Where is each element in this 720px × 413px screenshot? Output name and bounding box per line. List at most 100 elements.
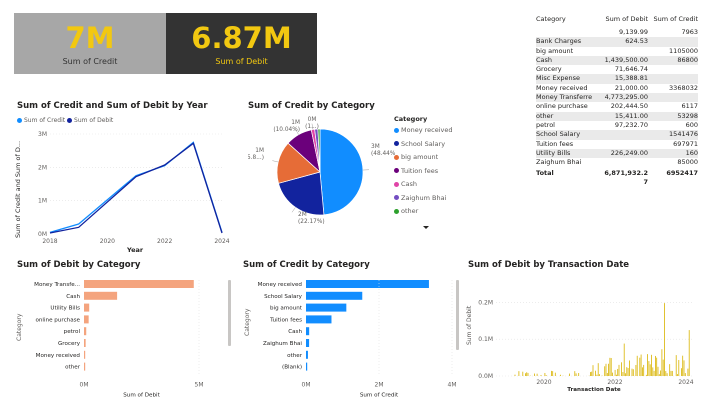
pie-legend-item[interactable]: big amount: [394, 153, 453, 161]
txn-bar: [618, 364, 620, 376]
bar-category-label: other: [65, 365, 81, 371]
credit-kpi-card[interactable]: 7M Sum of Credit: [14, 13, 166, 74]
debit-kpi-card[interactable]: 6.87M Sum of Debit: [166, 13, 317, 74]
bar-category-label: other: [287, 353, 303, 359]
pie-legend-dot: [394, 208, 399, 214]
pie-legend-label: Money received: [401, 126, 453, 134]
table-row[interactable]: big amount 1105000: [536, 47, 698, 56]
txn-bar: [551, 370, 552, 376]
legend-debit[interactable]: Sum of Debit: [67, 117, 113, 124]
txn-bar: [560, 374, 561, 376]
pie-legend-item[interactable]: Cash: [394, 180, 453, 188]
table-cell-category: Grocery: [536, 65, 562, 74]
table-row[interactable]: Grocery 71,646.74: [536, 65, 698, 74]
txn-bar: [658, 374, 660, 376]
table-cell-credit: 600: [685, 120, 698, 129]
pie-legend-item[interactable]: Tuition fees: [394, 167, 453, 175]
line-series-debit: [49, 142, 223, 234]
pie-legend-label: big amount: [401, 153, 439, 161]
table-row[interactable]: other 15,411.00 53298: [536, 111, 698, 121]
table-row[interactable]: petrol 97,232.70 600: [536, 121, 698, 130]
table-row[interactable]: Utility Bills 226,249.00 160: [536, 148, 698, 159]
table-row[interactable]: School Salary 1541476: [536, 130, 698, 140]
table-row[interactable]: Bank Charges 624.53: [536, 37, 698, 47]
table-cell-debit: 21,000.00: [614, 83, 648, 92]
table-header-credit[interactable]: Sum of Credit: [648, 14, 698, 28]
bar: [306, 362, 308, 371]
table-cell-credit: 1105000: [669, 46, 698, 55]
table-cell-debit: 1,439,500.00: [604, 55, 648, 64]
txn-bar: [661, 349, 663, 376]
category-table[interactable]: Category Sum of Debit Sum of Credit 9,13…: [536, 14, 698, 186]
line-chart-y-tick: 2M: [38, 164, 47, 171]
legend-credit[interactable]: Sum of Credit: [17, 117, 65, 124]
bar-category-label: Utility Bills: [50, 306, 80, 312]
bar-category-label: petrol: [64, 329, 81, 335]
table-cell-credit: [648, 74, 698, 83]
credit-category-scrollbar[interactable]: [456, 280, 459, 350]
table-row[interactable]: online purchase 202,444.50 6117: [536, 102, 698, 111]
table-row[interactable]: 9,139.99 7963: [536, 28, 698, 37]
credit-category-chart[interactable]: Money received School Salary big amount Tui…: [246, 276, 461, 398]
txn-date-chart[interactable]: 0.0M 0.1M 0.2M 2020 2022 2024 Transaction Date: [474, 280, 704, 398]
txn-bar: [554, 372, 556, 376]
table-cell-debit: 624.53: [625, 37, 648, 46]
txn-bar: [623, 343, 625, 376]
table-cell-debit: 15,388.81: [614, 74, 648, 83]
txn-x-axis-label: Transaction Date: [567, 387, 621, 393]
pie-legend-item[interactable]: Money received: [394, 126, 453, 134]
bar: [84, 303, 90, 312]
table-cell-credit: 53298: [677, 111, 698, 120]
table-cell-debit: 71,646.74: [614, 65, 648, 74]
txn-bar: [616, 374, 617, 376]
table-row[interactable]: Cash 1,439,500.00 86800: [536, 55, 698, 66]
debit-category-chart[interactable]: Money Transfe... Cash Utility Bills online …: [20, 276, 230, 398]
pie-legend-dot: [394, 141, 399, 146]
table-cell-category: Money Transferred: [536, 93, 592, 102]
txn-bar: [621, 362, 622, 376]
table-cell-category: School Salary: [536, 130, 581, 139]
pie-slice-pct: (22.17%): [298, 219, 325, 225]
table-row[interactable]: Tuition fees 697971: [536, 140, 698, 149]
debit-category-scrollbar[interactable]: [228, 280, 231, 346]
txn-bar: [678, 360, 680, 376]
txn-bar: [669, 364, 671, 376]
bar-category-label: Cash: [288, 329, 302, 335]
bar: [84, 315, 89, 324]
bar: [84, 362, 86, 371]
txn-bar: [617, 368, 619, 376]
pie-chart[interactable]: 3M(48.44%)2M(22.17%)1M(15.8...)1M(10.04%…: [248, 114, 396, 234]
table-row[interactable]: Misc Expense 15,388.81: [536, 74, 698, 84]
txn-bar: [552, 371, 554, 376]
txn-bar: [569, 373, 570, 376]
bar-category-label: Zaighum Bhai: [263, 341, 302, 347]
pie-legend-item[interactable]: School Salary: [394, 140, 453, 148]
txn-bar: [640, 354, 642, 376]
table-cell-credit: 3368032: [669, 83, 698, 92]
bar: [306, 291, 363, 300]
table-row[interactable]: Money Transferred 4,773,295.00: [536, 93, 698, 103]
bar-category-label: Money Transfe...: [34, 282, 80, 288]
txn-bar: [635, 365, 637, 376]
pie-legend-item[interactable]: other: [394, 207, 453, 215]
pie-legend-more-icon[interactable]: [423, 226, 429, 229]
pie-legend-item[interactable]: Zaighum Bhai: [394, 194, 453, 202]
txn-bar: [575, 373, 577, 376]
line-chart[interactable]: 0M 1M 2M 3M 2018 2020 2022 2024: [24, 128, 234, 248]
table-header-debit[interactable]: Sum of Debit: [592, 14, 648, 28]
txn-bar: [683, 360, 685, 376]
debit-category-title: Sum of Debit by Category: [17, 260, 141, 270]
txn-bar: [677, 374, 678, 376]
table-cell-credit: 86800: [677, 55, 698, 64]
table-cell-debit: 202,444.50: [610, 102, 648, 111]
table-row[interactable]: Zaighum Bhai 85000: [536, 158, 698, 167]
bar: [84, 327, 87, 336]
txn-bar: [662, 359, 664, 376]
txn-bar: [670, 370, 672, 376]
bar-category-label: Money received: [258, 282, 303, 288]
pie-chart-title: Sum of Credit by Category: [248, 101, 375, 111]
txn-bar: [688, 330, 690, 376]
table-header-category[interactable]: Category: [536, 14, 592, 28]
table-row[interactable]: Money received 21,000.00 3368032: [536, 84, 698, 93]
txn-bar: [595, 370, 596, 376]
